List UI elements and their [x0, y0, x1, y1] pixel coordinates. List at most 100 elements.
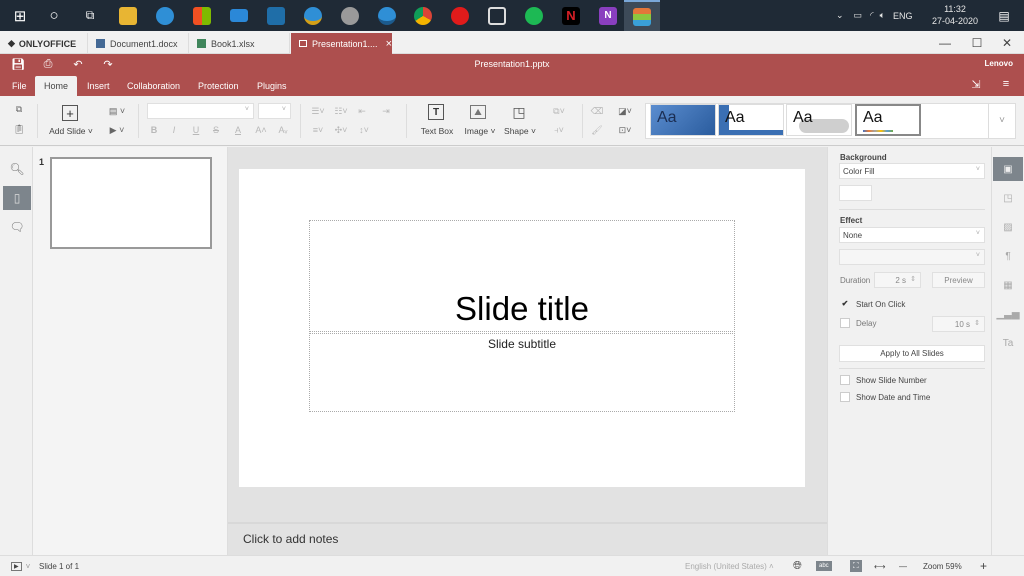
title-placeholder[interactable]: Slide title [309, 220, 735, 332]
show-date-time-checkbox[interactable] [840, 392, 850, 402]
task-view-button[interactable]: ⧉ [70, 0, 110, 31]
start-on-click-checkbox[interactable]: ✔ [840, 299, 850, 309]
document-language-button[interactable]: 🌐︎ [793, 556, 802, 576]
taskbar-photos[interactable] [477, 0, 517, 31]
open-file-location-icon[interactable]: ⇲ [968, 78, 984, 92]
clear-style-icon[interactable]: ⌫ [590, 104, 604, 118]
fit-to-width-button[interactable]: ⟷ [874, 556, 885, 576]
zoom-out-button[interactable]: — [899, 556, 907, 576]
tab-file[interactable]: File [3, 76, 36, 96]
color-scheme-icon[interactable]: ◪˅ [614, 104, 636, 118]
image-icon[interactable]: ⛰ [470, 105, 486, 119]
decrease-font-button[interactable]: Aᵥ [276, 123, 290, 137]
taskbar-whatsapp[interactable] [256, 0, 296, 31]
image-button[interactable]: Image ˅ [462, 126, 498, 136]
arrange-icon[interactable]: ⧉˅ [548, 104, 570, 118]
taskbar-edge-beta[interactable] [367, 0, 407, 31]
theme-thumbnail-4-selected[interactable]: Aa [855, 104, 921, 136]
paragraph-settings-button[interactable]: ¶ [993, 244, 1023, 268]
taskbar-onlyoffice[interactable] [624, 0, 660, 31]
taskbar-mail[interactable] [219, 0, 259, 31]
font-color-button[interactable]: A [232, 123, 244, 137]
background-color-button[interactable] [839, 185, 872, 201]
increase-indent-icon[interactable]: ⇥ [379, 104, 393, 118]
text-art-settings-button[interactable]: Ta [993, 331, 1023, 355]
delay-spinner[interactable]: 10 s ⇕ [932, 316, 985, 332]
text-box-button[interactable]: Text Box [416, 126, 458, 136]
theme-thumbnail-3[interactable]: Aa [786, 104, 852, 136]
theme-thumbnail-2[interactable]: Aa [718, 104, 784, 136]
copy-style-icon[interactable]: 🖌︎ [590, 123, 604, 137]
taskbar-spotify[interactable] [514, 0, 554, 31]
chart-settings-button[interactable]: ▁▃▅ [993, 302, 1023, 326]
zoom-in-button[interactable]: + [980, 556, 987, 576]
tab-protection[interactable]: Protection [189, 76, 248, 96]
slideshow-button[interactable]: ▶ ˅ [11, 556, 30, 576]
taskbar-file-explorer[interactable] [108, 0, 148, 31]
tab-home[interactable]: Home [35, 76, 78, 96]
chevron-up-icon[interactable]: ⌄ [836, 10, 844, 21]
tab-presentation1[interactable]: Presentation1.... × [291, 33, 392, 54]
close-window-button[interactable]: ✕ [990, 31, 1024, 54]
line-spacing-icon[interactable]: ↕˅ [355, 123, 373, 137]
taskbar-app[interactable] [330, 0, 370, 31]
bullets-icon[interactable]: ☰˅ [309, 104, 327, 118]
duration-spinner[interactable]: 2 s ⇕ [874, 272, 921, 288]
spellcheck-button[interactable]: abc [816, 556, 832, 576]
slide-settings-button[interactable]: ▣ [993, 157, 1023, 181]
close-tab-icon[interactable]: × [386, 38, 392, 50]
strikethrough-button[interactable]: S [210, 123, 222, 137]
align-left-icon[interactable]: ≡˅ [309, 123, 327, 137]
bold-button[interactable]: B [148, 123, 160, 137]
taskbar-onenote[interactable]: N [588, 0, 628, 31]
tab-book1[interactable]: Book1.xlsx [189, 33, 290, 54]
font-size-combo[interactable]: ˅ [258, 103, 291, 119]
slide-thumbnail[interactable] [50, 157, 212, 249]
effect-select[interactable]: None ˅ [839, 227, 985, 243]
battery-icon[interactable]: ▭ [854, 10, 863, 21]
numbering-icon[interactable]: ☷˅ [332, 104, 350, 118]
theme-gallery-expand-button[interactable]: ˅ [988, 103, 1016, 139]
theme-thumbnail-1[interactable]: Aa [650, 104, 716, 136]
tab-insert[interactable]: Insert [78, 76, 119, 96]
minimize-button[interactable]: — [928, 31, 962, 54]
taskbar-chrome[interactable] [403, 0, 443, 31]
image-settings-button[interactable]: ▨ [993, 215, 1023, 239]
delay-checkbox[interactable] [840, 318, 850, 328]
tab-plugins[interactable]: Plugins [248, 76, 296, 96]
font-name-combo[interactable]: ˅ [147, 103, 254, 119]
onlyoffice-home-tab[interactable]: ◆ ONLYOFFICE [0, 33, 88, 54]
subtitle-placeholder[interactable]: Slide subtitle [309, 333, 735, 412]
shape-settings-button[interactable]: ◳ [993, 186, 1023, 210]
tab-document1[interactable]: Document1.docx [88, 33, 189, 54]
tab-collaboration[interactable]: Collaboration [118, 76, 189, 96]
fit-to-slide-button[interactable]: ⛶ [850, 556, 862, 576]
user-name[interactable]: Lenovo [985, 59, 1013, 68]
taskbar-netflix[interactable]: N [551, 0, 591, 31]
add-slide-button[interactable]: Add Slide ˅ [46, 126, 96, 136]
taskbar-store[interactable] [182, 0, 222, 31]
table-settings-button[interactable]: ▦ [993, 273, 1023, 297]
wifi-icon[interactable]: ◜ [870, 10, 874, 21]
background-fill-select[interactable]: Color Fill ˅ [839, 163, 985, 179]
language-indicator[interactable]: ENG [893, 11, 913, 21]
volume-icon[interactable]: 🔈︎ [880, 10, 885, 21]
apply-to-all-slides-button[interactable]: Apply to All Slides [839, 345, 985, 362]
clock[interactable]: 11:32 27-04-2020 [930, 3, 980, 27]
add-slide-icon[interactable]: + [62, 105, 78, 121]
cortana-button[interactable]: ○ [34, 0, 74, 31]
menu-icon[interactable]: ≡ [998, 78, 1014, 92]
paste-icon[interactable]: 📋︎ [12, 122, 26, 136]
slide-size-icon[interactable]: ⊡˅ [614, 123, 636, 137]
comments-button[interactable]: 🗨︎ [3, 215, 31, 239]
start-slideshow-icon[interactable]: ▶ ˅ [106, 123, 128, 137]
italic-button[interactable]: I [168, 123, 180, 137]
shape-icon[interactable]: ◳ [510, 103, 528, 121]
slides-panel-button[interactable]: ▯ [3, 186, 31, 210]
increase-font-button[interactable]: A˄ [254, 123, 268, 137]
slide-layout-icon[interactable]: ▤ ˅ [106, 104, 128, 118]
taskbar-youtube-music[interactable] [440, 0, 480, 31]
notes-area[interactable]: Click to add notes [228, 522, 827, 555]
shape-button[interactable]: Shape ˅ [502, 126, 538, 136]
effect-type-select[interactable]: ˅ [839, 249, 985, 265]
